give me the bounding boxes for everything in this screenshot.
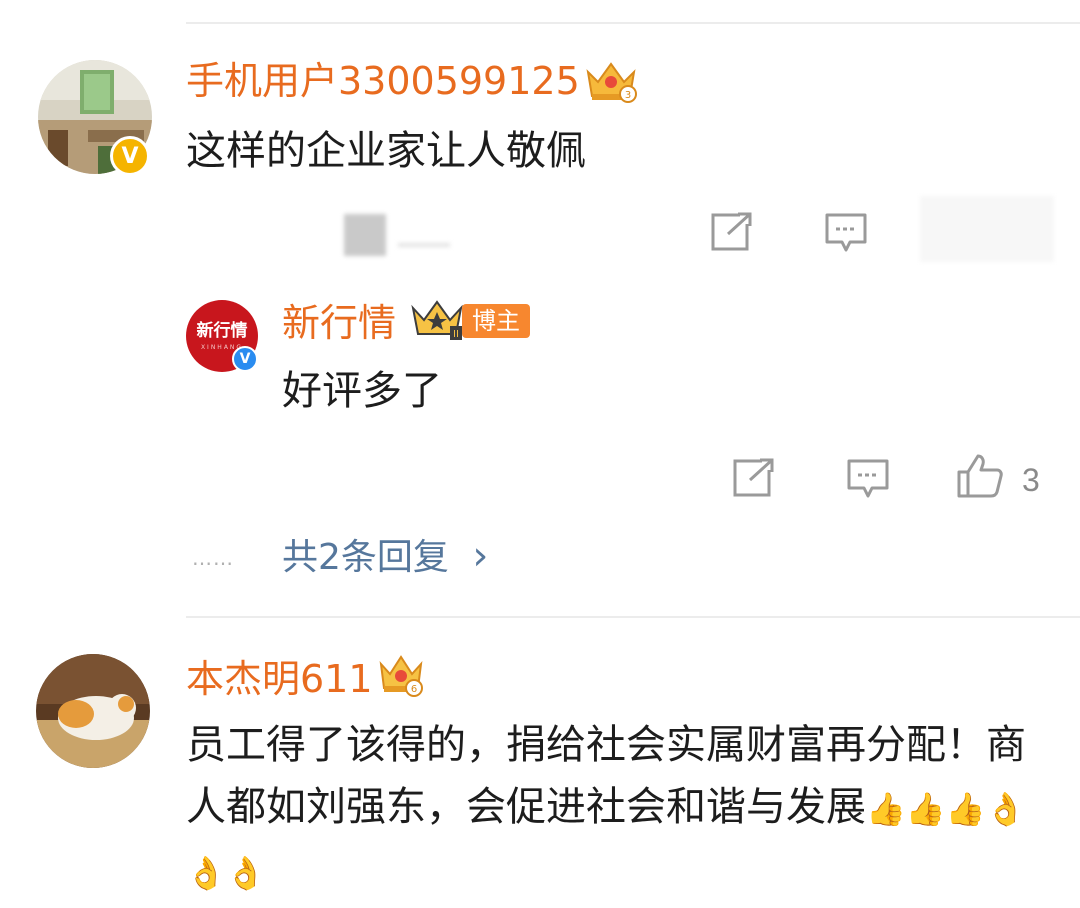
avatar[interactable]	[36, 654, 150, 768]
verified-badge-icon: V	[110, 136, 150, 176]
avatar-logo-text: 新行情	[196, 321, 248, 341]
blurred-region	[920, 196, 1054, 262]
svg-text:6: 6	[411, 684, 417, 695]
crown-level-icon: 3	[584, 58, 638, 108]
replies-dots: ……	[192, 546, 234, 570]
crown-level-icon: 6	[378, 652, 424, 702]
comment-text: 这样的企业家让人敬佩	[186, 128, 586, 174]
like-icon[interactable]	[956, 452, 1004, 504]
comment-username[interactable]: 本杰明611	[186, 656, 373, 702]
comment-username[interactable]: 手机用户3300599125	[186, 58, 580, 104]
reply-username[interactable]: 新行情	[282, 300, 396, 346]
comment-text: 员工得了该得的，捐给社会实属财富再分配！商人都如刘强东，会促进社会和谐与发展👍👍…	[186, 714, 1056, 904]
comment-icon[interactable]	[824, 212, 868, 258]
svg-text:3: 3	[625, 90, 631, 101]
like-count: 3	[1022, 462, 1040, 498]
svg-text:II: II	[453, 329, 459, 340]
share-icon[interactable]	[732, 458, 776, 502]
crown-level-icon: II	[410, 298, 464, 346]
share-icon[interactable]	[710, 212, 754, 256]
verified-badge-icon: V	[232, 346, 258, 372]
chevron-right-icon: ›	[472, 533, 489, 579]
comment-icon[interactable]	[846, 458, 890, 504]
comment-divider	[186, 616, 1080, 618]
blurred-region	[398, 243, 450, 247]
reply-text: 好评多了	[282, 368, 442, 414]
top-divider	[186, 22, 1080, 24]
view-replies-label: 共2条回复	[282, 537, 449, 578]
blurred-region	[344, 214, 386, 256]
comment-feed: V 手机用户3300599125 3 这样的企业家让人敬佩 新行情 XINHAN…	[0, 0, 1080, 908]
blogger-tag: 博主	[462, 304, 530, 338]
view-replies-link[interactable]: 共2条回复 ›	[282, 534, 488, 580]
